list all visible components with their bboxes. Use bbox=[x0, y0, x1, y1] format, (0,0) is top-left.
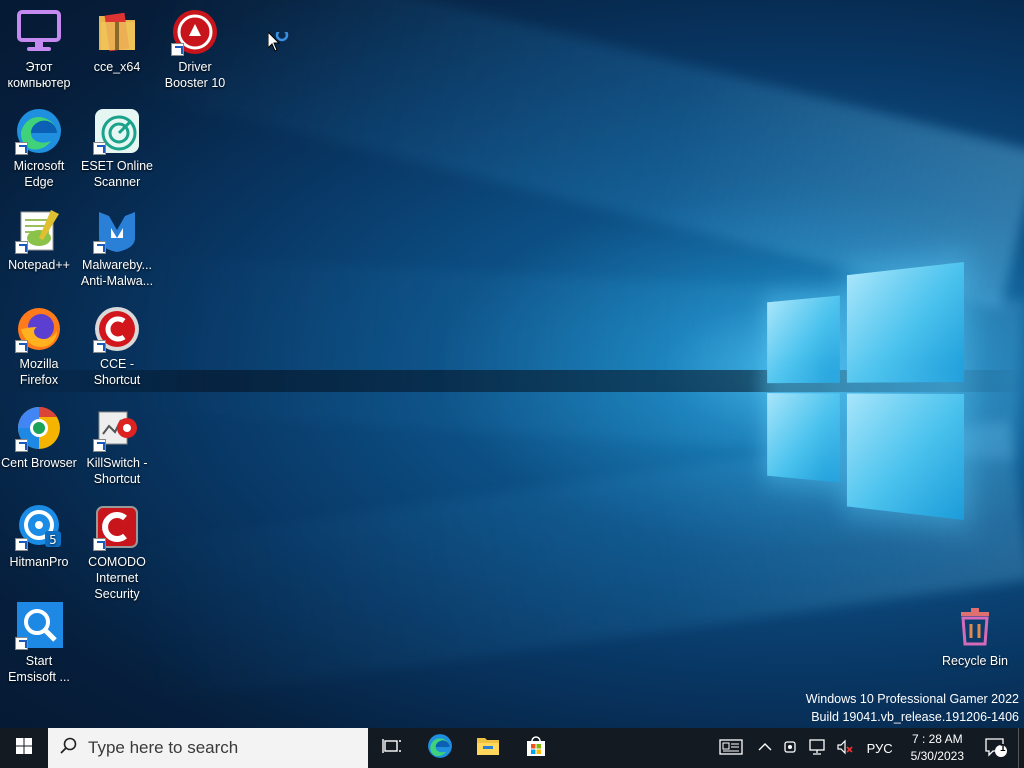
icon-label: KillSwitch - Shortcut bbox=[86, 456, 148, 486]
network-button[interactable] bbox=[803, 728, 831, 768]
taskbar-store-button[interactable] bbox=[512, 728, 560, 768]
icon-label: Этот компьютер bbox=[7, 60, 71, 90]
mouse-cursor-busy-icon bbox=[267, 28, 294, 59]
shortcut-arrow-icon bbox=[15, 340, 28, 353]
shortcut-arrow-icon bbox=[93, 538, 106, 551]
desktop-icon-hitmanpro[interactable]: 5 HitmanPro bbox=[0, 503, 78, 570]
task-view-icon bbox=[382, 738, 402, 759]
watermark-build: Build 19041.vb_release.191206-1406 bbox=[811, 710, 1019, 724]
watermark-edition: Windows 10 Professional Gamer 2022 bbox=[805, 692, 1019, 706]
shortcut-arrow-icon bbox=[93, 439, 106, 452]
desktop-icon-recycle-bin[interactable]: Recycle Bin bbox=[936, 602, 1014, 669]
shortcut-arrow-icon bbox=[15, 439, 28, 452]
start-button[interactable] bbox=[0, 728, 48, 768]
clock-date: 5/30/2023 bbox=[910, 749, 964, 763]
show-hidden-icons-button[interactable] bbox=[753, 728, 777, 768]
shortcut-arrow-icon bbox=[15, 637, 28, 650]
recycle-bin-icon bbox=[951, 602, 999, 650]
cce-icon bbox=[93, 305, 141, 353]
icon-label: Recycle Bin bbox=[942, 654, 1008, 668]
icon-label: Driver Booster 10 bbox=[164, 60, 226, 90]
desktop-icon-emsisoft[interactable]: Start Emsisoft ... bbox=[0, 602, 78, 685]
taskbar-clock[interactable]: 7 : 28 AM 5/30/2023 bbox=[901, 731, 974, 765]
desktop-icon-edge[interactable]: Microsoft Edge bbox=[0, 107, 78, 190]
desktop-icon-killswitch[interactable]: KillSwitch - Shortcut bbox=[78, 404, 156, 487]
input-language-button[interactable]: РУС bbox=[859, 728, 901, 768]
shortcut-arrow-icon bbox=[93, 241, 106, 254]
taskbar-file-explorer-button[interactable] bbox=[464, 728, 512, 768]
desktop-icon-driver-booster[interactable]: Driver Booster 10 bbox=[156, 8, 234, 91]
windows-logo-wallpaper bbox=[767, 254, 964, 524]
desktop-icon-cce[interactable]: CCE - Shortcut bbox=[78, 305, 156, 388]
shortcut-arrow-icon bbox=[15, 241, 28, 254]
shortcut-arrow-icon bbox=[15, 538, 28, 551]
volume-button[interactable] bbox=[831, 728, 859, 768]
network-icon bbox=[808, 738, 826, 758]
folder-icon bbox=[476, 735, 500, 762]
icon-label: ESET Online Scanner bbox=[80, 159, 154, 189]
edge-icon bbox=[427, 733, 453, 764]
desktop-icon-cent-browser[interactable]: Cent Browser bbox=[0, 404, 78, 471]
icon-label: Cent Browser bbox=[1, 456, 77, 470]
cent-browser-icon bbox=[15, 404, 63, 452]
shortcut-arrow-icon bbox=[171, 43, 184, 56]
icon-label: HitmanPro bbox=[9, 555, 69, 569]
archive-folder-icon bbox=[93, 8, 141, 56]
taskbar-search-box[interactable]: Type here to search bbox=[48, 728, 368, 768]
taskbar: Type here to search РУС 7: 28 AM 5/30/2… bbox=[0, 728, 1024, 768]
emsisoft-icon bbox=[15, 602, 63, 650]
icon-label: Start Emsisoft ... bbox=[8, 654, 70, 684]
icon-label: COMODO Internet Security bbox=[88, 555, 146, 601]
show-desktop-button[interactable] bbox=[1018, 728, 1024, 768]
icon-label: Notepad++ bbox=[8, 258, 70, 272]
task-view-button[interactable] bbox=[368, 728, 416, 768]
shortcut-arrow-icon bbox=[15, 142, 28, 155]
computer-icon bbox=[15, 8, 63, 56]
icon-label: Microsoft Edge bbox=[13, 159, 65, 189]
icon-label: CCE - Shortcut bbox=[93, 357, 141, 387]
taskbar-edge-button[interactable] bbox=[416, 728, 464, 768]
desktop-icon-malwarebytes[interactable]: Malwareby... Anti-Malwa... bbox=[78, 206, 156, 289]
icon-label: Mozilla Firefox bbox=[19, 357, 59, 387]
driver-booster-icon bbox=[171, 8, 219, 56]
news-widget-button[interactable] bbox=[709, 728, 753, 768]
action-center-button[interactable]: 1 bbox=[974, 728, 1018, 768]
svg-text:5: 5 bbox=[49, 533, 57, 547]
eset-icon bbox=[93, 107, 141, 155]
volume-muted-icon bbox=[836, 739, 854, 758]
desktop-icon-cce-x64[interactable]: cce_x64 bbox=[78, 8, 156, 75]
windows-start-icon bbox=[16, 737, 32, 759]
malwarebytes-icon bbox=[93, 206, 141, 254]
search-icon bbox=[60, 737, 78, 760]
shortcut-arrow-icon bbox=[93, 340, 106, 353]
firefox-icon bbox=[15, 305, 63, 353]
tray-meet-button[interactable] bbox=[777, 728, 803, 768]
shortcut-arrow-icon bbox=[93, 142, 106, 155]
hitmanpro-icon: 5 bbox=[15, 503, 63, 551]
search-placeholder: Type here to search bbox=[88, 738, 239, 757]
edge-icon bbox=[15, 107, 63, 155]
notification-count-badge: 1 bbox=[1000, 743, 1006, 754]
system-tray: РУС 7 : 28 AM 5/30/2023 1 bbox=[709, 728, 1024, 768]
clock-time: 7 : 28 AM bbox=[911, 732, 963, 746]
windows-watermark: Windows 10 Professional Gamer 2022 Build… bbox=[806, 690, 1019, 726]
news-icon bbox=[718, 738, 743, 758]
icon-label: Malwareby... Anti-Malwa... bbox=[80, 258, 154, 288]
desktop-icon-notepadpp[interactable]: Notepad++ bbox=[0, 206, 78, 273]
store-icon bbox=[525, 735, 547, 762]
desktop-icon-eset[interactable]: ESET Online Scanner bbox=[78, 107, 156, 190]
desktop-icon-comodo[interactable]: COMODO Internet Security bbox=[78, 503, 156, 602]
webcam-icon bbox=[782, 739, 798, 758]
desktop-icon-firefox[interactable]: Mozilla Firefox bbox=[0, 305, 78, 388]
chevron-up-icon bbox=[758, 741, 772, 755]
desktop-icon-this-pc[interactable]: Этот компьютер bbox=[0, 8, 78, 91]
killswitch-icon bbox=[93, 404, 141, 452]
notepadpp-icon bbox=[15, 206, 63, 254]
icon-label: cce_x64 bbox=[93, 60, 141, 74]
comodo-icon bbox=[93, 503, 141, 551]
